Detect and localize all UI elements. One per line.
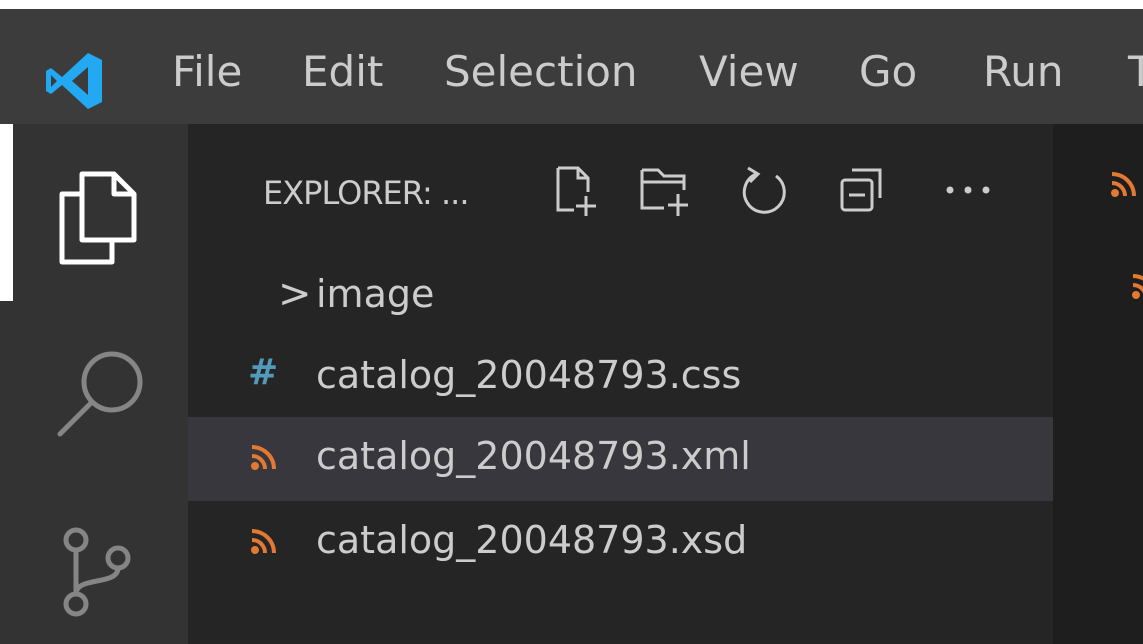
menu-file[interactable]: File xyxy=(172,47,242,97)
tree-item-file-xsd[interactable]: catalog_20048793.xsd xyxy=(188,501,1053,585)
css-file-icon: # xyxy=(248,352,279,393)
chevron-right-icon[interactable]: > xyxy=(278,269,312,319)
refresh-icon[interactable] xyxy=(736,162,792,218)
more-actions-icon[interactable] xyxy=(940,162,996,218)
breadcrumb-rss-icon[interactable] xyxy=(1131,274,1143,300)
new-folder-icon[interactable] xyxy=(638,162,694,218)
tree-item-file-css[interactable]: # catalog_20048793.css xyxy=(188,336,1053,420)
tree-item-label: catalog_20048793.xsd xyxy=(316,518,748,562)
top-strip xyxy=(0,0,1143,9)
menu-view[interactable]: View xyxy=(699,47,799,97)
tree-item-label: catalog_20048793.xml xyxy=(316,434,751,478)
menu-edit[interactable]: Edit xyxy=(302,47,383,97)
menu-go[interactable]: Go xyxy=(859,47,917,97)
menu-selection[interactable]: Selection xyxy=(444,47,638,97)
tree-item-folder-image[interactable]: > image xyxy=(188,255,1053,339)
rss-icon xyxy=(251,445,276,470)
activity-bar xyxy=(0,124,188,644)
collapse-all-icon[interactable] xyxy=(836,162,888,218)
menu-terminal[interactable]: T xyxy=(1128,47,1143,97)
rss-icon xyxy=(251,529,276,554)
source-control-icon[interactable] xyxy=(56,524,146,624)
explorer-title: EXPLORER: ... xyxy=(263,174,469,212)
vscode-window: File Edit Selection View Go Run T EXPLOR… xyxy=(0,0,1143,644)
files-icon[interactable] xyxy=(52,168,142,268)
editor-area xyxy=(1053,124,1143,644)
explorer-sidebar: EXPLORER: ... > image # catalog_20048793… xyxy=(188,124,1053,644)
tree-item-file-xml[interactable]: catalog_20048793.xml xyxy=(188,417,1053,501)
menu-run[interactable]: Run xyxy=(983,47,1064,97)
active-indicator xyxy=(0,124,13,301)
editor-tab-rss-icon[interactable] xyxy=(1110,172,1136,198)
menu-bar: File Edit Selection View Go Run T xyxy=(0,9,1143,124)
new-file-icon[interactable] xyxy=(552,162,600,218)
vscode-logo-icon xyxy=(46,53,102,109)
tree-item-label: catalog_20048793.css xyxy=(316,353,742,397)
tree-item-label: image xyxy=(316,272,435,316)
search-icon[interactable] xyxy=(52,344,152,444)
